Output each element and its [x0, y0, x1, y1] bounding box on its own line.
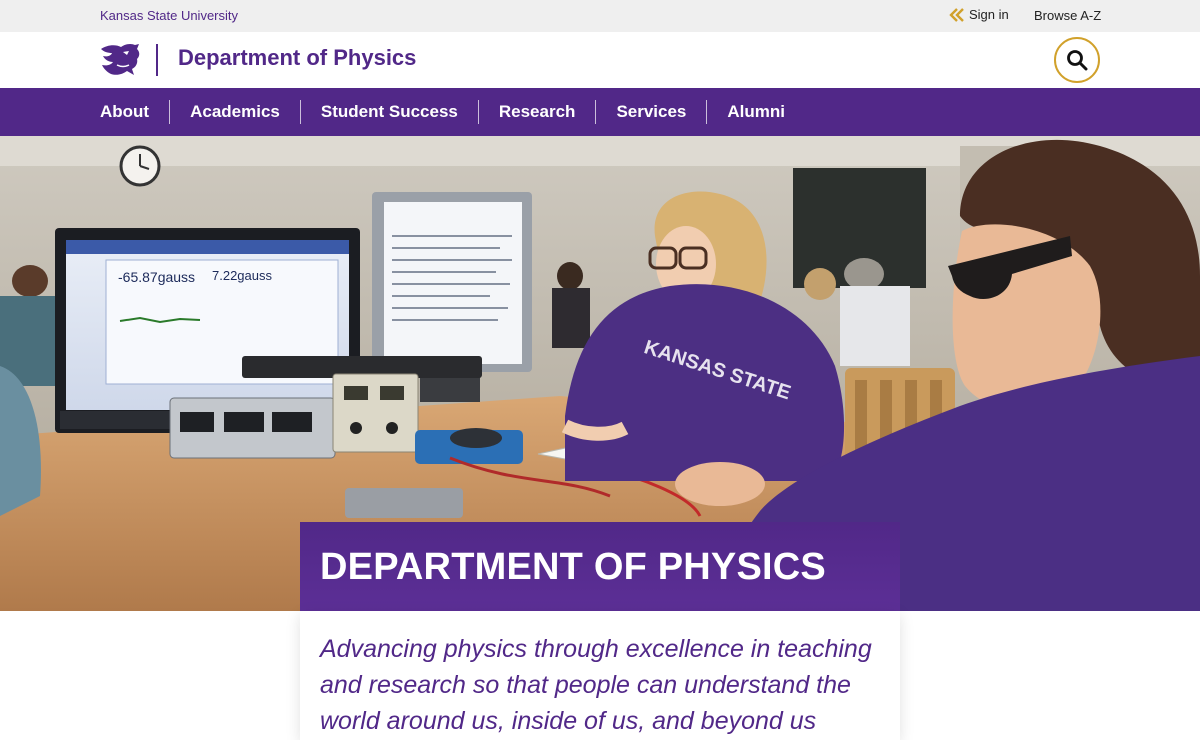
nav-item-academics: Academics: [169, 100, 300, 124]
nav-link-academics[interactable]: Academics: [170, 100, 300, 124]
utility-bar: Kansas State University Sign in Browse A…: [0, 0, 1200, 32]
brand-divider: [156, 44, 158, 76]
nav-link-research[interactable]: Research: [479, 100, 596, 124]
sign-in-label: Sign in: [969, 7, 1009, 22]
search-button[interactable]: [1054, 37, 1100, 83]
nav-link-services[interactable]: Services: [596, 100, 706, 124]
sign-in-link[interactable]: Sign in: [949, 7, 1009, 22]
main-navigation: About Academics Student Success Research…: [0, 88, 1200, 136]
department-tagline: Advancing physics through excellence in …: [320, 635, 872, 735]
screen-reading-left: -65.87gauss: [118, 269, 195, 285]
department-title-link[interactable]: Department of Physics: [178, 45, 416, 71]
nav-item-services: Services: [595, 100, 706, 124]
power-supply: [332, 373, 419, 453]
nav-item-student-success: Student Success: [299, 100, 478, 124]
tagline-box: Advancing physics through excellence in …: [300, 611, 900, 740]
nav-link-about[interactable]: About: [100, 100, 169, 124]
university-link[interactable]: Kansas State University: [100, 8, 238, 23]
double-chevron-left-icon: [949, 7, 964, 22]
nav-link-alumni[interactable]: Alumni: [707, 100, 805, 124]
page-title: DEPARTMENT OF PHYSICS: [320, 546, 826, 588]
nav-item-about: About: [100, 100, 169, 124]
brand-bar: Department of Physics: [0, 32, 1200, 88]
nav-item-alumni: Alumni: [706, 100, 805, 124]
search-icon: [1067, 50, 1088, 71]
browse-a-z-link[interactable]: Browse A-Z: [1034, 8, 1101, 23]
powercat-logo-icon[interactable]: [99, 43, 141, 77]
nav-item-research: Research: [477, 100, 596, 124]
hero-title-box: DEPARTMENT OF PHYSICS: [300, 522, 900, 611]
nav-link-student-success[interactable]: Student Success: [301, 100, 478, 124]
screen-reading-right: 7.22gauss: [212, 268, 272, 283]
